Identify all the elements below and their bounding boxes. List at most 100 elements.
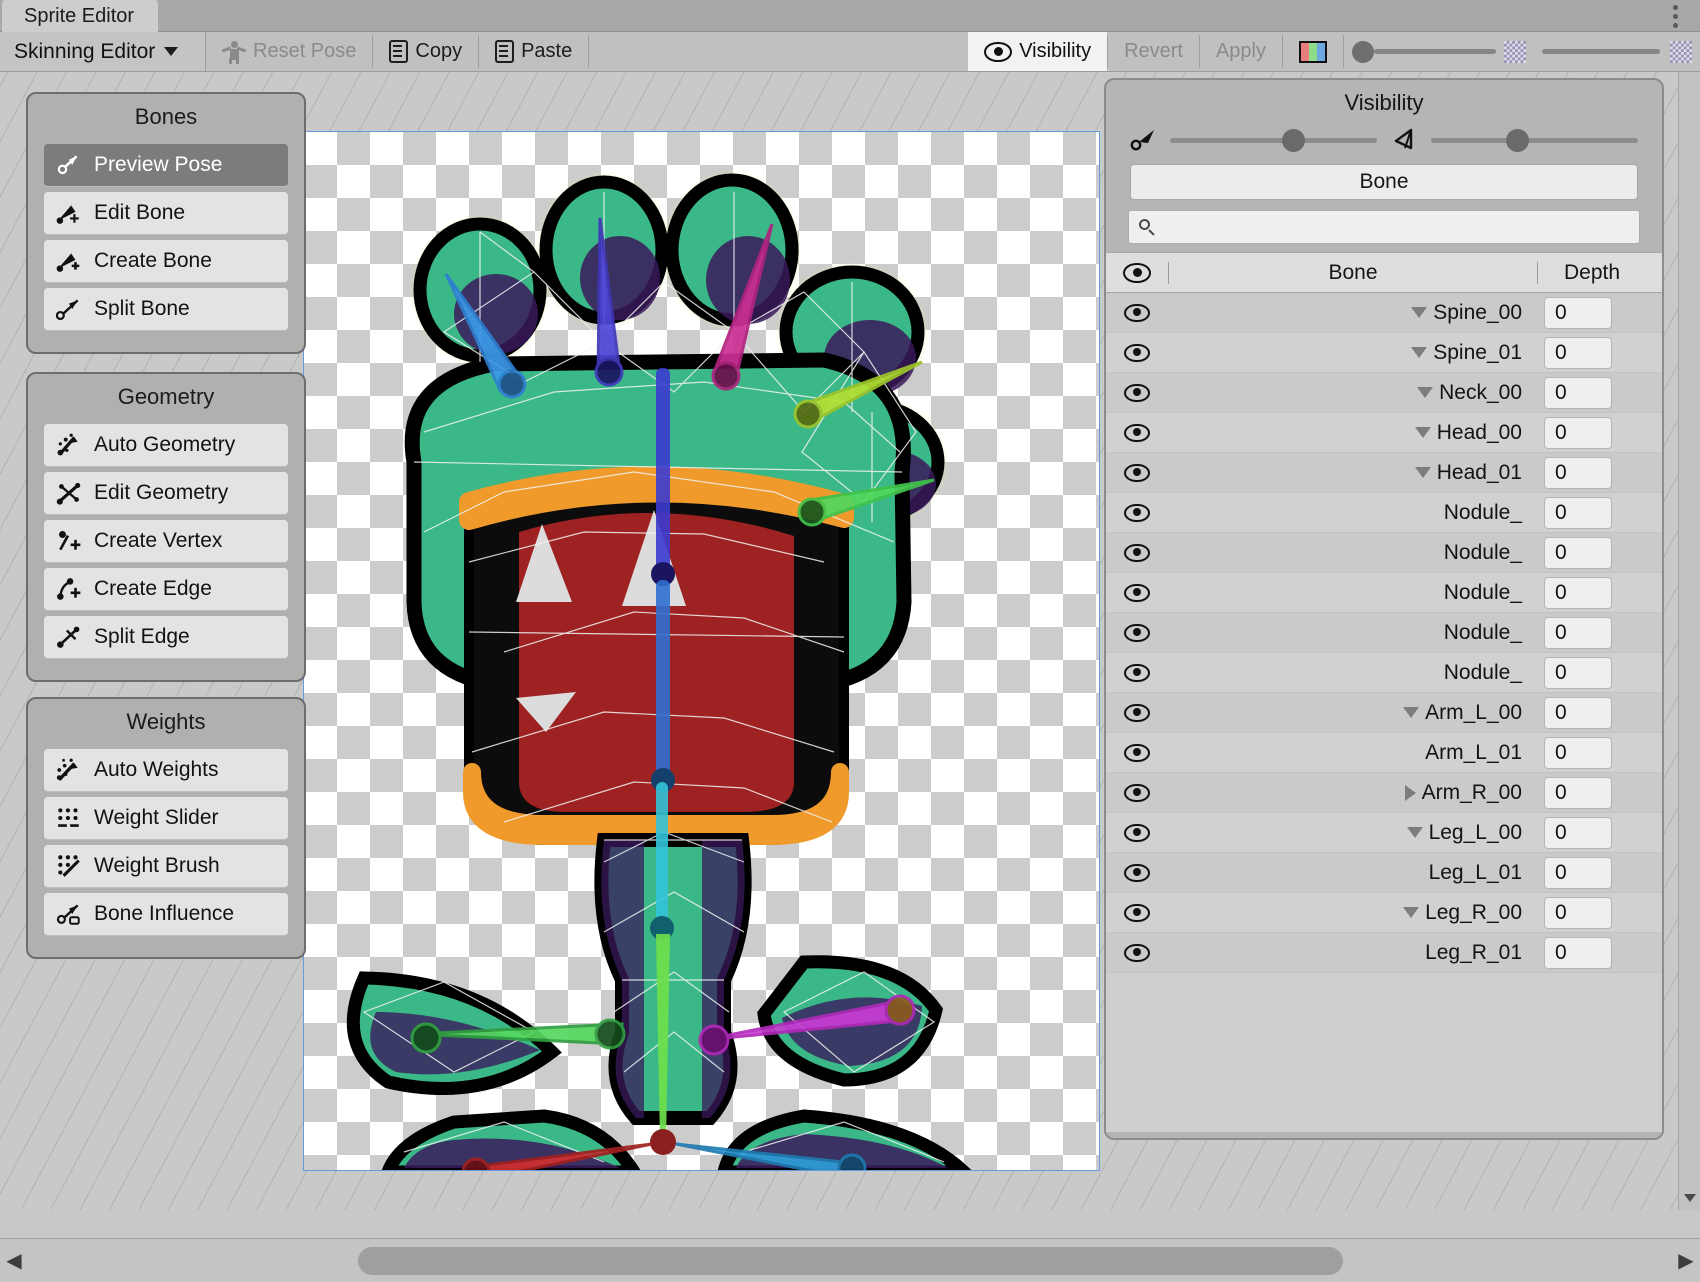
- rgb-channel-button[interactable]: [1283, 32, 1343, 71]
- bone-visibility-toggle[interactable]: [1106, 704, 1168, 722]
- revert-button[interactable]: Revert: [1108, 32, 1199, 71]
- tool-create-vertex[interactable]: Create Vertex: [44, 520, 288, 563]
- bone-visibility-toggle[interactable]: [1106, 464, 1168, 482]
- bone-row[interactable]: Leg_R_000: [1106, 893, 1662, 933]
- editor-mode-dropdown[interactable]: Skinning Editor: [0, 32, 206, 71]
- bone-depth-cell[interactable]: 0: [1538, 697, 1646, 729]
- bone-visibility-toggle[interactable]: [1106, 784, 1168, 802]
- bone-name-cell[interactable]: Spine_00: [1168, 301, 1538, 325]
- bone-row[interactable]: Arm_R_000: [1106, 773, 1662, 813]
- bone-name-cell[interactable]: Nodule_: [1168, 541, 1538, 565]
- bone-row[interactable]: Leg_L_000: [1106, 813, 1662, 853]
- kebab-menu-icon[interactable]: [1664, 4, 1686, 28]
- bone-depth-cell[interactable]: 0: [1538, 497, 1646, 529]
- scroll-down-arrow-icon[interactable]: [1684, 1194, 1696, 1202]
- depth-input[interactable]: 0: [1544, 377, 1612, 409]
- bone-row[interactable]: Leg_R_010: [1106, 933, 1662, 973]
- bone-name-cell[interactable]: Spine_01: [1168, 341, 1538, 365]
- bone-row[interactable]: Nodule_0: [1106, 493, 1662, 533]
- zoom-slider-track[interactable]: [1542, 49, 1660, 54]
- tool-edit-bone[interactable]: Edit Bone: [44, 192, 288, 235]
- expand-triangle-down-icon[interactable]: [1411, 347, 1427, 358]
- scroll-right-arrow-icon[interactable]: ▶: [1672, 1248, 1700, 1273]
- bone-opacity-knob[interactable]: [1282, 129, 1305, 152]
- bone-visibility-toggle[interactable]: [1106, 864, 1168, 882]
- bone-visibility-toggle[interactable]: [1106, 544, 1168, 562]
- search-input[interactable]: [1163, 217, 1629, 237]
- horizontal-scrollbar[interactable]: ◀ ▶: [0, 1238, 1700, 1282]
- depth-input[interactable]: 0: [1544, 417, 1612, 449]
- bone-visibility-toggle[interactable]: [1106, 344, 1168, 362]
- bone-row[interactable]: Arm_L_010: [1106, 733, 1662, 773]
- alpha-slider[interactable]: [1344, 32, 1534, 71]
- bone-row[interactable]: Arm_L_000: [1106, 693, 1662, 733]
- bone-opacity-slider[interactable]: [1130, 128, 1377, 152]
- bone-name-cell[interactable]: Nodule_: [1168, 581, 1538, 605]
- bone-visibility-toggle[interactable]: [1106, 504, 1168, 522]
- bone-depth-cell[interactable]: 0: [1538, 537, 1646, 569]
- bone-name-cell[interactable]: Head_00: [1168, 421, 1538, 445]
- bone-name-cell[interactable]: Leg_R_01: [1168, 941, 1538, 965]
- depth-input[interactable]: 0: [1544, 897, 1612, 929]
- bone-name-cell[interactable]: Arm_L_01: [1168, 741, 1538, 765]
- expand-triangle-down-icon[interactable]: [1407, 827, 1423, 838]
- bone-visibility-toggle[interactable]: [1106, 424, 1168, 442]
- depth-input[interactable]: 0: [1544, 737, 1612, 769]
- horizontal-scroll-thumb[interactable]: [358, 1247, 1343, 1275]
- alpha-slider-knob[interactable]: [1352, 41, 1374, 63]
- apply-button[interactable]: Apply: [1200, 32, 1282, 71]
- mesh-opacity-knob[interactable]: [1506, 129, 1529, 152]
- depth-input[interactable]: 0: [1544, 697, 1612, 729]
- tool-split-bone[interactable]: Split Bone: [44, 288, 288, 331]
- paste-button[interactable]: Paste: [479, 32, 588, 71]
- bone-depth-cell[interactable]: 0: [1538, 817, 1646, 849]
- bone-row[interactable]: Spine_000: [1106, 293, 1662, 333]
- bone-name-cell[interactable]: Arm_L_00: [1168, 701, 1538, 725]
- depth-input[interactable]: 0: [1544, 457, 1612, 489]
- bone-row[interactable]: Head_010: [1106, 453, 1662, 493]
- copy-button[interactable]: Copy: [373, 32, 478, 71]
- bone-row[interactable]: Spine_010: [1106, 333, 1662, 373]
- bone-depth-cell[interactable]: 0: [1538, 417, 1646, 449]
- bone-visibility-toggle[interactable]: [1106, 384, 1168, 402]
- bone-depth-cell[interactable]: 0: [1538, 577, 1646, 609]
- bone-row[interactable]: Head_000: [1106, 413, 1662, 453]
- tool-auto-geometry[interactable]: Auto Geometry: [44, 424, 288, 467]
- bone-name-cell[interactable]: Nodule_: [1168, 661, 1538, 685]
- zoom-slider[interactable]: [1534, 32, 1700, 71]
- column-header-bone[interactable]: Bone: [1169, 261, 1537, 285]
- depth-input[interactable]: 0: [1544, 497, 1612, 529]
- bone-depth-cell[interactable]: 0: [1538, 657, 1646, 689]
- bone-visibility-toggle[interactable]: [1106, 664, 1168, 682]
- tool-edit-geometry[interactable]: Edit Geometry: [44, 472, 288, 515]
- expand-triangle-right-icon[interactable]: [1405, 785, 1416, 801]
- depth-input[interactable]: 0: [1544, 777, 1612, 809]
- depth-input[interactable]: 0: [1544, 657, 1612, 689]
- bone-visibility-toggle[interactable]: [1106, 584, 1168, 602]
- mesh-opacity-track[interactable]: [1431, 138, 1638, 143]
- column-header-depth[interactable]: Depth: [1538, 261, 1646, 285]
- bone-row[interactable]: Nodule_0: [1106, 653, 1662, 693]
- bone-name-cell[interactable]: Nodule_: [1168, 621, 1538, 645]
- expand-triangle-down-icon[interactable]: [1411, 307, 1427, 318]
- visibility-tab-bone[interactable]: Bone: [1130, 164, 1638, 200]
- bone-name-cell[interactable]: Arm_R_00: [1168, 781, 1538, 805]
- bone-visibility-toggle[interactable]: [1106, 944, 1168, 962]
- bone-name-cell[interactable]: Leg_L_00: [1168, 821, 1538, 845]
- bone-tree[interactable]: Bone Depth Spine_000Spine_010Neck_000Hea…: [1106, 252, 1662, 1132]
- tool-bone-influence[interactable]: Bone Influence: [44, 893, 288, 936]
- tool-preview-pose[interactable]: Preview Pose: [44, 144, 288, 187]
- bone-opacity-track[interactable]: [1170, 138, 1377, 143]
- bone-name-cell[interactable]: Neck_00: [1168, 381, 1538, 405]
- bone-name-cell[interactable]: Leg_R_00: [1168, 901, 1538, 925]
- bone-visibility-toggle[interactable]: [1106, 904, 1168, 922]
- depth-input[interactable]: 0: [1544, 937, 1612, 969]
- depth-input[interactable]: 0: [1544, 857, 1612, 889]
- bone-depth-cell[interactable]: 0: [1538, 937, 1646, 969]
- alpha-slider-track[interactable]: [1374, 49, 1496, 54]
- search-box[interactable]: [1128, 210, 1640, 244]
- bone-visibility-toggle[interactable]: [1106, 624, 1168, 642]
- tab-sprite-editor[interactable]: Sprite Editor: [2, 0, 158, 32]
- expand-triangle-down-icon[interactable]: [1403, 707, 1419, 718]
- bone-row[interactable]: Nodule_0: [1106, 613, 1662, 653]
